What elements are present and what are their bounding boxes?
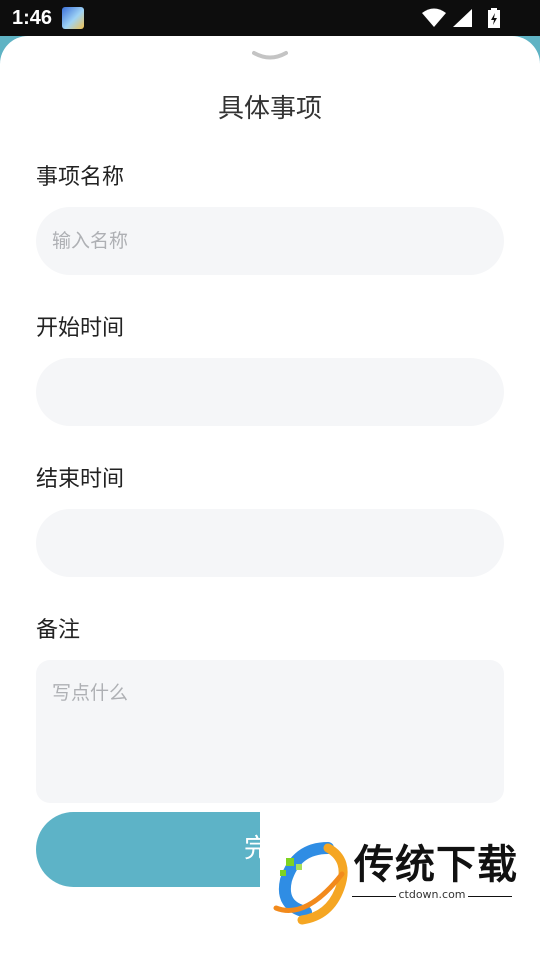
sheet-title: 具体事项 bbox=[217, 94, 322, 124]
battery-charging-icon bbox=[488, 8, 500, 28]
start-time-label: 开始时间 bbox=[36, 316, 125, 341]
note-textarea[interactable]: 写点什么 bbox=[36, 660, 504, 803]
signal-icon bbox=[453, 9, 472, 27]
name-input[interactable]: 输入名称 bbox=[36, 207, 504, 275]
name-label: 事项名称 bbox=[36, 165, 125, 190]
watermark-logo-icon bbox=[273, 842, 348, 925]
status-bar: 1:46 bbox=[0, 0, 540, 36]
end-time-label: 结束时间 bbox=[36, 467, 125, 492]
watermark-text: 传统下载 bbox=[354, 842, 518, 888]
app-notification-icon bbox=[62, 7, 84, 29]
status-time: 1:46 bbox=[12, 7, 53, 29]
watermark: 传统下载 ctdown.com bbox=[260, 812, 520, 942]
wifi-icon bbox=[422, 8, 446, 27]
watermark-url: ctdown.com bbox=[398, 888, 466, 901]
note-label: 备注 bbox=[36, 618, 81, 643]
start-time-field[interactable] bbox=[36, 358, 504, 426]
chevron-down-icon[interactable] bbox=[252, 50, 288, 64]
end-time-field[interactable] bbox=[36, 509, 504, 577]
watermark-divider-right bbox=[468, 896, 512, 897]
